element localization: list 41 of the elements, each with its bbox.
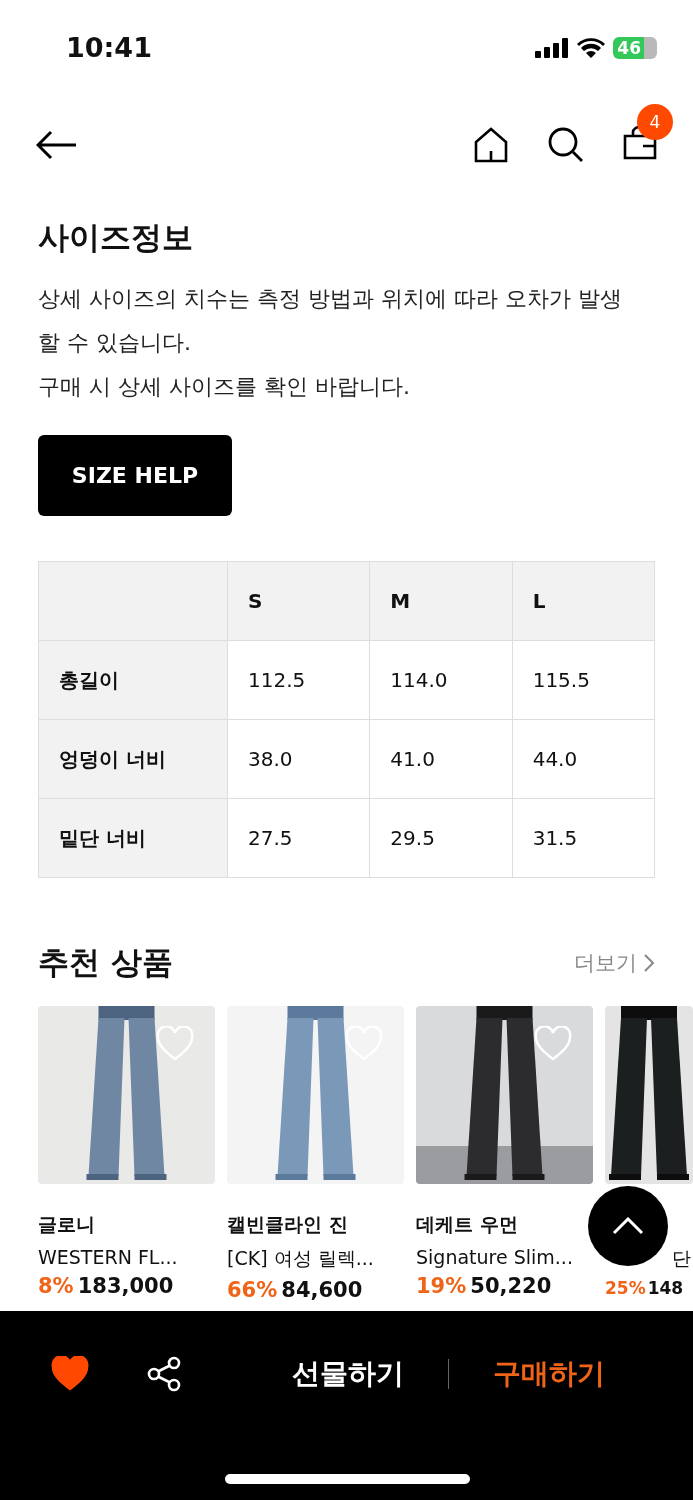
section-title: 추천 상품 xyxy=(38,943,173,982)
table-row-label: 밑단 너비 xyxy=(38,798,228,878)
table-cell: 41.0 xyxy=(369,719,513,799)
table-cell: 38.0 xyxy=(227,719,370,799)
product-name: 단 xyxy=(672,1247,691,1269)
table-header-cell: L xyxy=(512,561,655,641)
product-price: 84,600 xyxy=(281,1278,363,1302)
table-cell: 44.0 xyxy=(512,719,655,799)
table-row-label: 총길이 xyxy=(38,640,228,720)
cart-count-badge: 4 xyxy=(637,104,673,140)
section-title: 사이즈정보 xyxy=(38,218,194,257)
product-name: WESTERN FL... xyxy=(38,1246,178,1268)
buy-button[interactable]: 구매하기 xyxy=(493,1354,605,1393)
table-header-cell: M xyxy=(369,561,513,641)
battery-level: 46 xyxy=(613,36,657,59)
size-notice: 상세 사이즈의 치수는 측정 방법과 위치에 따라 오차가 발생할 수 있습니다. xyxy=(38,285,623,357)
discount-rate: 8% xyxy=(38,1274,74,1298)
discount-rate: 66% xyxy=(227,1278,278,1302)
table-cell: 115.5 xyxy=(512,640,655,720)
product-name: [CK] 여성 릴렉... xyxy=(227,1247,374,1269)
product-brand: 데케트 우먼 xyxy=(416,1213,518,1235)
product-price: 148 xyxy=(647,1278,684,1298)
product-price: 50,220 xyxy=(470,1274,552,1298)
gift-button[interactable]: 선물하기 xyxy=(292,1354,404,1393)
table-header-cell: S xyxy=(227,561,370,641)
status-time: 10:41 xyxy=(66,32,152,63)
product-brand: 캘빈클라인 진 xyxy=(227,1213,348,1235)
table-cell: 27.5 xyxy=(227,798,370,878)
more-link[interactable]: 더보기 xyxy=(574,949,655,977)
size-notice: 구매 시 상세 사이즈를 확인 바랍니다. xyxy=(38,373,411,401)
discount-rate: 25% xyxy=(605,1278,646,1298)
table-cell: 29.5 xyxy=(369,798,513,878)
product-name: Signature Slim... xyxy=(416,1246,573,1268)
table-cell: 112.5 xyxy=(227,640,370,720)
product-brand: 글로니 xyxy=(38,1213,95,1235)
table-cell: 114.0 xyxy=(369,640,513,720)
table-cell: 31.5 xyxy=(512,798,655,878)
discount-rate: 19% xyxy=(416,1274,467,1298)
table-row-label: 엉덩이 너비 xyxy=(38,719,228,799)
product-price: 183,000 xyxy=(77,1274,174,1298)
size-help-button[interactable]: SIZE HELP xyxy=(38,435,232,516)
